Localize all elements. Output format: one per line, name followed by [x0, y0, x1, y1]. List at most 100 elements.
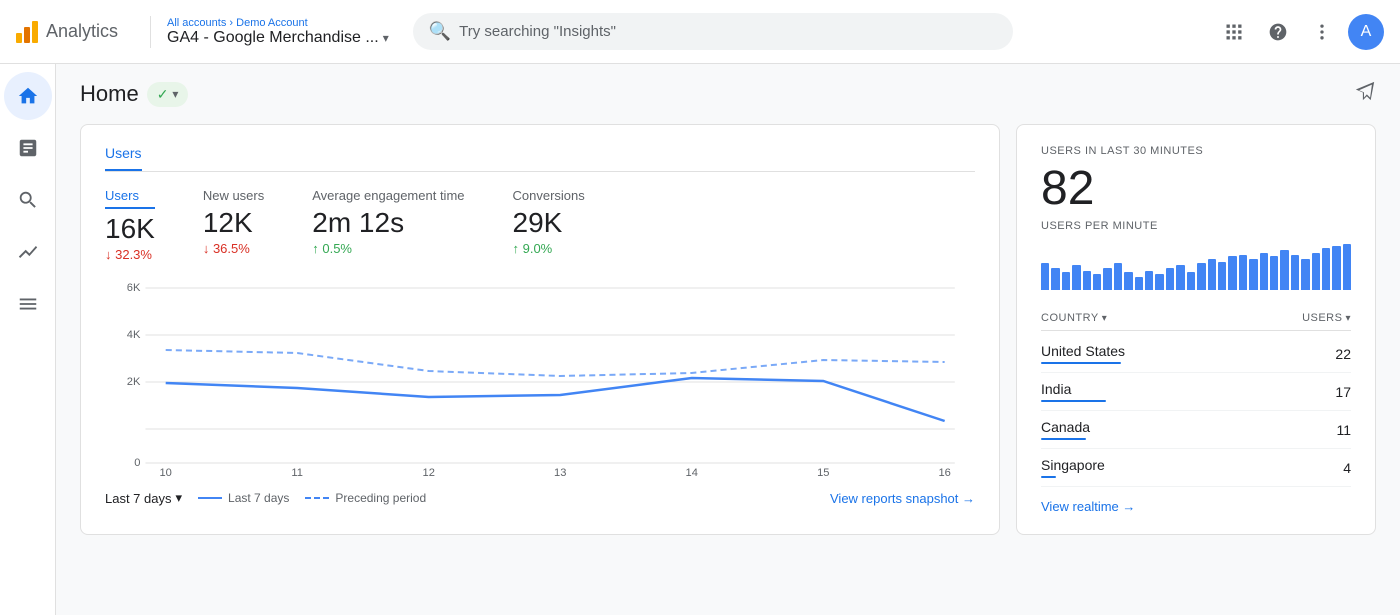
metric-new-users[interactable]: New users 12K ↓ 36.5%	[203, 188, 264, 262]
bar	[1260, 253, 1268, 290]
sidebar-item-configure[interactable]	[4, 280, 52, 328]
metrics-row: Users 16K ↓ 32.3% New users 12K ↓ 36.5% …	[105, 188, 975, 262]
help-button[interactable]	[1260, 14, 1296, 50]
breadcrumb: All accounts › Demo Account	[167, 17, 389, 29]
more-button[interactable]	[1304, 14, 1340, 50]
country-bar	[1041, 476, 1056, 478]
svg-text:2K: 2K	[127, 376, 141, 388]
bar	[1166, 268, 1174, 290]
per-minute-chart	[1041, 240, 1351, 290]
country-table-header: COUNTRY ▾ USERS ▾	[1041, 306, 1351, 331]
page-header: Home ✓ ▾	[80, 80, 1376, 108]
country-name: India	[1041, 381, 1106, 402]
legend-dashed-line	[305, 497, 329, 499]
bar	[1124, 272, 1132, 290]
sidebar	[0, 64, 56, 615]
country-col-header[interactable]: COUNTRY ▾	[1041, 312, 1107, 324]
page-title-row: Home ✓ ▾	[80, 81, 188, 107]
country-users-value: 4	[1343, 460, 1351, 476]
avatar[interactable]: A	[1348, 14, 1384, 50]
sidebar-item-advertising[interactable]	[4, 228, 52, 276]
country-table-body: United States 22 India 17 Canada 11 Sing…	[1041, 335, 1351, 487]
country-name: United States	[1041, 343, 1125, 364]
svg-text:14: 14	[686, 467, 698, 478]
topbar-divider	[150, 16, 151, 48]
country-users-value: 22	[1335, 346, 1351, 362]
bar	[1072, 265, 1080, 290]
country-name: Canada	[1041, 419, 1090, 440]
metric-engagement-change: ↑ 0.5%	[312, 241, 464, 256]
page-title: Home	[80, 81, 139, 107]
bar	[1135, 277, 1143, 290]
tab-users[interactable]: Users	[105, 145, 142, 171]
tab-bar: Users	[105, 145, 975, 172]
bar	[1280, 250, 1288, 290]
account-selector[interactable]: All accounts › Demo Account GA4 - Google…	[167, 17, 389, 47]
logo-icon	[16, 21, 38, 43]
status-icon: ✓	[157, 86, 169, 103]
line-chart: 6K 4K 2K 0 10 Nov 11 12 13 14 15 16	[105, 278, 975, 478]
bar	[1332, 246, 1340, 290]
sidebar-item-reports[interactable]	[4, 124, 52, 172]
topbar-actions: A	[1216, 14, 1384, 50]
main-chart-card: Users Users 16K ↓ 32.3% New users 12K ↓ …	[80, 124, 1000, 535]
chevron-down-icon: ▾	[1102, 313, 1108, 324]
svg-text:16: 16	[938, 467, 950, 478]
svg-text:13: 13	[554, 467, 566, 478]
svg-text:10: 10	[160, 467, 172, 478]
view-reports-link[interactable]: View reports snapshot →	[830, 491, 975, 506]
bar	[1041, 263, 1049, 290]
metric-conversions-change: ↑ 9.0%	[513, 241, 585, 256]
bar	[1145, 271, 1153, 290]
sidebar-item-explore[interactable]	[4, 176, 52, 224]
country-row: Singapore 4	[1041, 449, 1351, 487]
metric-new-users-label: New users	[203, 188, 264, 203]
bar	[1114, 263, 1122, 290]
metric-conversions[interactable]: Conversions 29K ↑ 9.0%	[513, 188, 585, 262]
app-title: Analytics	[46, 21, 118, 42]
users-col-header[interactable]: USERS ▾	[1302, 312, 1351, 324]
bar	[1301, 259, 1309, 290]
metric-new-users-value: 12K	[203, 207, 264, 239]
chevron-down-icon: ▾	[383, 31, 389, 45]
country-name: Singapore	[1041, 457, 1105, 478]
sidebar-item-home[interactable]	[4, 72, 52, 120]
bar	[1322, 248, 1330, 290]
bar	[1187, 272, 1195, 290]
time-filter[interactable]: Last 7 days ▾	[105, 490, 182, 506]
app-logo: Analytics	[16, 21, 118, 43]
bar	[1103, 268, 1111, 290]
account-name[interactable]: GA4 - Google Merchandise ... ▾	[167, 29, 389, 47]
metric-conversions-value: 29K	[513, 207, 585, 239]
metric-users-label: Users	[105, 188, 155, 209]
content-area: Home ✓ ▾ Users Users	[56, 64, 1400, 615]
svg-text:11: 11	[291, 467, 303, 478]
country-row: India 17	[1041, 373, 1351, 411]
realtime-label: USERS IN LAST 30 MINUTES	[1041, 145, 1351, 157]
status-badge[interactable]: ✓ ▾	[147, 82, 189, 107]
bar	[1343, 244, 1351, 290]
country-bar	[1041, 400, 1106, 402]
side-card: USERS IN LAST 30 MINUTES 82 USERS PER MI…	[1016, 124, 1376, 535]
metric-engagement-value: 2m 12s	[312, 207, 464, 239]
metric-users-value: 16K	[105, 213, 155, 245]
main-layout: Home ✓ ▾ Users Users	[0, 64, 1400, 615]
svg-text:6K: 6K	[127, 282, 141, 294]
chevron-down-icon: ▾	[176, 490, 183, 506]
topbar: Analytics All accounts › Demo Account GA…	[0, 0, 1400, 64]
country-users-value: 17	[1335, 384, 1351, 400]
metric-users-change: ↓ 32.3%	[105, 247, 155, 262]
bar	[1093, 274, 1101, 290]
chevron-down-icon: ▾	[1345, 313, 1351, 324]
bar	[1051, 268, 1059, 290]
metric-users[interactable]: Users 16K ↓ 32.3%	[105, 188, 155, 262]
search-icon: 🔍	[429, 21, 451, 42]
search-bar[interactable]: 🔍 Try searching "Insights"	[413, 13, 1013, 50]
chart-footer: Last 7 days ▾ Last 7 days Preceding peri…	[105, 490, 975, 506]
view-realtime-link[interactable]: View realtime →	[1041, 487, 1351, 514]
bar	[1218, 262, 1226, 290]
annotation-icon[interactable]	[1354, 80, 1376, 108]
bar	[1197, 263, 1205, 290]
apps-button[interactable]	[1216, 14, 1252, 50]
metric-engagement[interactable]: Average engagement time 2m 12s ↑ 0.5%	[312, 188, 464, 262]
